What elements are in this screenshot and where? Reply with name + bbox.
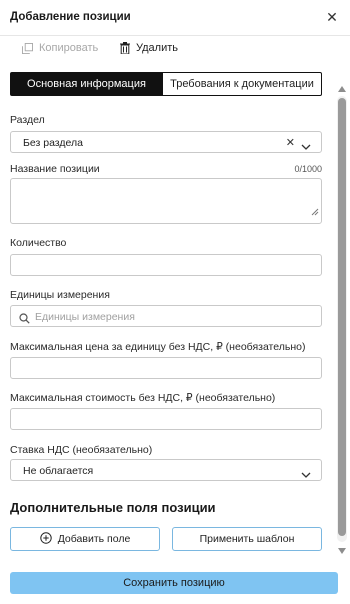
- chevron-down-icon[interactable]: [301, 138, 311, 156]
- delete-label: Удалить: [136, 42, 178, 54]
- max-unit-price-label: Максимальная цена за единицу без НДС, ₽ …: [10, 341, 306, 353]
- plus-circle-icon: [40, 531, 52, 547]
- max-unit-price-input[interactable]: [10, 357, 322, 379]
- position-name-label: Название позиции: [10, 163, 100, 175]
- section-select[interactable]: Без раздела ✕: [10, 131, 322, 153]
- trash-icon: [120, 42, 130, 54]
- section-value: Без раздела: [23, 137, 83, 149]
- tab-main-info[interactable]: Основная информация: [10, 72, 163, 96]
- units-search-input[interactable]: Единицы измерения: [10, 305, 322, 327]
- units-label: Единицы измерения: [10, 289, 110, 301]
- dialog-header: Добавление позиции ✕: [0, 0, 350, 36]
- close-icon[interactable]: ✕: [324, 9, 340, 25]
- quantity-label: Количество: [10, 237, 67, 249]
- scrollbar-thumb[interactable]: [338, 98, 346, 536]
- copy-label: Копировать: [39, 42, 99, 54]
- scroll-up-arrow-icon[interactable]: [338, 86, 346, 92]
- delete-button[interactable]: Удалить: [120, 40, 178, 56]
- vat-rate-select[interactable]: Не облагается: [10, 459, 322, 481]
- dialog-footer: Сохранить позицию: [0, 566, 350, 604]
- apply-template-label: Применить шаблон: [199, 533, 295, 545]
- scroll-down-arrow-icon[interactable]: [338, 548, 346, 554]
- position-name-textarea[interactable]: [10, 178, 322, 224]
- section-label: Раздел: [10, 114, 45, 126]
- dialog-title: Добавление позиции: [10, 11, 131, 23]
- chevron-down-icon[interactable]: [301, 466, 311, 484]
- search-icon: [19, 311, 30, 329]
- clear-icon[interactable]: ✕: [286, 136, 295, 149]
- copy-button[interactable]: Копировать: [22, 40, 98, 56]
- apply-template-button[interactable]: Применить шаблон: [172, 527, 322, 551]
- max-total-cost-label: Максимальная стоимость без НДС, ₽ (необя…: [10, 392, 276, 404]
- copy-icon: [22, 42, 33, 54]
- add-field-button[interactable]: Добавить поле: [10, 527, 160, 551]
- add-field-label: Добавить поле: [57, 533, 131, 545]
- units-placeholder: Единицы измерения: [35, 311, 135, 323]
- resize-handle-icon[interactable]: [311, 203, 319, 221]
- tab-bar: Основная информация Требования к докумен…: [10, 72, 322, 96]
- vat-rate-label: Ставка НДС (необязательно): [10, 444, 153, 456]
- vat-rate-value: Не облагается: [23, 465, 94, 477]
- character-counter: 0/1000: [294, 164, 322, 174]
- toolbar: Копировать Удалить: [0, 36, 350, 60]
- tab-documentation-requirements[interactable]: Требования к документации: [163, 72, 322, 96]
- vertical-scrollbar[interactable]: [336, 86, 348, 558]
- extra-fields-title: Дополнительные поля позиции: [10, 500, 216, 515]
- max-total-cost-input[interactable]: [10, 408, 322, 430]
- form-scroll-area[interactable]: Основная информация Требования к докумен…: [0, 60, 336, 566]
- save-position-button[interactable]: Сохранить позицию: [10, 572, 338, 594]
- quantity-input[interactable]: [10, 254, 322, 276]
